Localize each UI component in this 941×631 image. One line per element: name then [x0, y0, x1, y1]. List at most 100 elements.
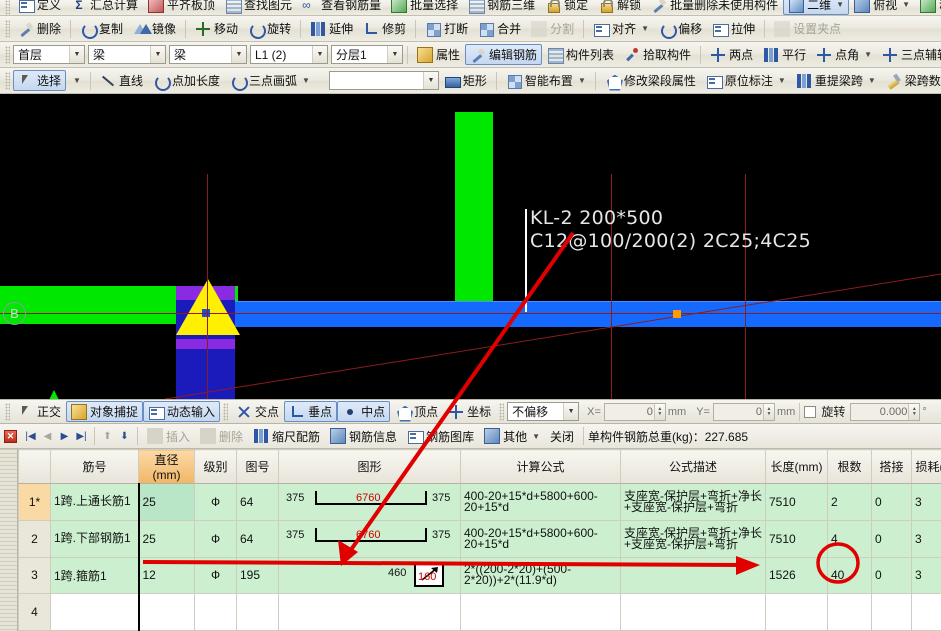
toolbar-button-batch-select[interactable]: 批量选择 [386, 0, 463, 15]
status-toggle-object-snap[interactable]: 对象捕捉 [66, 401, 144, 422]
toolbar-row-edit[interactable]: 删除 复制 镜像 移动 旋转 延伸 修剪 打断 合并 分割 对齐 ▼ 偏移 拉伸 … [0, 16, 941, 42]
cell-grade[interactable] [194, 593, 237, 631]
toolbar-button-member-list[interactable]: 构件列表 [542, 44, 619, 65]
chevron-down-icon[interactable]: ▼ [422, 72, 438, 89]
header-blank[interactable] [18, 449, 51, 484]
toolbar-row-draw[interactable]: 选择 ▼ 直线 点加长度 三点画弧 ▼ ▼ 矩形 智能布置 ▼ 修改梁段属性 原位标… [0, 68, 941, 94]
toolbar-button-select-dropdown[interactable]: ▼ [66, 70, 86, 91]
toolbar-button-lock[interactable]: 锁定 [540, 0, 593, 15]
cell-length[interactable]: 1526 [765, 556, 828, 595]
status-toggle-ortho[interactable]: 正交 [13, 401, 66, 422]
toolbar-button-orbit[interactable]: 动态观察 [915, 0, 941, 15]
cell-loss[interactable]: 3 [911, 519, 941, 558]
toolbar-button-trim[interactable]: 修剪 [358, 18, 411, 39]
cell-shape[interactable]: 375 6760 375 [278, 519, 461, 558]
move-up-button[interactable]: ⬆ [99, 428, 116, 445]
header-lap[interactable]: 搭接 [871, 449, 912, 484]
select-category[interactable]: 梁 ▼ [88, 45, 166, 64]
beam-grip-dot[interactable] [673, 310, 681, 318]
chevron-down-icon[interactable]: ▼ [73, 76, 81, 85]
row-index[interactable]: 1* [18, 483, 51, 521]
statusbar-grip[interactable] [5, 402, 10, 421]
snap-perpendicular[interactable]: 垂点 [284, 401, 338, 422]
toolbar-button-stretch[interactable]: 拉伸 [707, 18, 760, 39]
cell-rebar-no[interactable]: 1跨.下部钢筋1 [50, 519, 140, 558]
toolbar-button-view-rebar-qty[interactable]: ∞ 查看钢筋量 [297, 0, 386, 15]
cell-shape[interactable] [278, 593, 461, 631]
toolbar-button-2d[interactable]: 二维 ▼ [783, 0, 850, 15]
chevron-down-icon[interactable]: ▼ [532, 432, 540, 441]
toolbar-button-align[interactable]: 对齐 ▼ [588, 18, 654, 39]
select-floor[interactable]: 首层 ▼ [13, 45, 85, 64]
offset-mode-combo[interactable]: 不偏移 ▼ [507, 402, 580, 421]
cell-grade[interactable]: Ф [194, 519, 237, 558]
rebar-info-button[interactable]: 钢筋信息 [325, 426, 402, 447]
cell-formula[interactable]: 400-20+15*d+5800+600-20+15*d [460, 519, 621, 558]
rotate-spinner[interactable]: ▲ ▼ [908, 403, 920, 420]
cell-count[interactable]: 2 [827, 483, 872, 521]
snap-coordinate[interactable]: 坐标 [443, 401, 496, 422]
toolbar-row-member[interactable]: 首层 ▼ 梁 ▼ 梁 ▼ L1 (2) ▼ 分层1 ▼ 属性 编辑钢筋 构件列表… [0, 42, 941, 68]
chevron-down-icon[interactable]: ▼ [868, 76, 876, 85]
chevron-down-icon[interactable]: ▼ [231, 46, 246, 63]
cell-count[interactable]: 40 [827, 556, 872, 595]
toolbar-button-top-view[interactable]: 俯视 ▼ [849, 0, 915, 15]
cell-lap[interactable] [871, 593, 912, 631]
toolbar-button-rectangle[interactable]: 矩形 [439, 70, 492, 91]
header-description[interactable]: 公式描述 [620, 449, 766, 484]
chevron-down-icon[interactable]: ▼ [150, 46, 165, 63]
header-loss[interactable]: 损耗( [911, 449, 941, 484]
cell-diameter[interactable]: 25 [138, 519, 195, 558]
cell-shape-no[interactable]: 195 [236, 556, 279, 595]
cell-shape[interactable]: 375 6760 375 [278, 483, 461, 521]
rebar-panel-toolbar[interactable]: ✕ |◀ ◀ ▶ ▶| ⬆ ⬇ 插入 删除 缩尺配筋 钢筋信息 钢筋图库 其他 ▼… [0, 424, 941, 449]
toolbar-grip[interactable] [5, 45, 10, 64]
toolbar-row-top[interactable]: 定义 Σ 汇总计算 平齐板顶 查找图元 ∞ 查看钢筋量 批量选择 钢筋三维 锁定 解… [0, 0, 941, 16]
header-count[interactable]: 根数 [827, 449, 872, 484]
x-offset-input[interactable]: 0 ▲ ▼ [603, 402, 666, 421]
cell-diameter[interactable] [138, 593, 195, 631]
toolbar-button-summary-calc[interactable]: Σ 汇总计算 [66, 0, 143, 15]
rebar-library-button[interactable]: 钢筋图库 [402, 426, 479, 447]
cell-formula[interactable]: 400-20+15*d+5800+600-20+15*d [460, 483, 621, 521]
rotate-checkbox[interactable] [804, 405, 817, 418]
snap-vertex[interactable]: 顶点 [390, 401, 443, 422]
table-row[interactable]: 3 1跨.箍筋1 12 Ф 195 460 160 2*((200-2*20)+… [18, 556, 941, 595]
header-shape-no[interactable]: 图号 [236, 449, 279, 484]
toolbar-button-offset[interactable]: 偏移 [654, 18, 707, 39]
drawing-canvas[interactable]: KL-2 200*500 C12@100/200(2) 2C25;4C25 B … [0, 94, 941, 399]
cell-lap[interactable]: 0 [871, 519, 912, 558]
cell-grade[interactable]: Ф [194, 483, 237, 521]
toolbar-button-edit-beam-segment[interactable]: 修改梁段属性 [600, 70, 701, 91]
rotate-input[interactable]: 0.000 ▲ ▼ [850, 402, 921, 421]
cell-formula[interactable]: 2*((200-2*20)+(500-2*20))+2*(11.9*d) [460, 556, 621, 595]
cell-description[interactable]: 支座宽-保护层+弯折+净长+支座宽-保护层+弯折 [620, 519, 766, 558]
header-rebar-no[interactable]: 筋号 [50, 449, 139, 484]
toolbar-button-line[interactable]: 直线 [95, 70, 148, 91]
toolbar-button-extend[interactable]: 延伸 [305, 18, 358, 39]
toolbar-button-two-point[interactable]: 两点 [705, 44, 758, 65]
rebar-close-button[interactable]: 关闭 [545, 426, 579, 447]
header-formula[interactable]: 计算公式 [460, 449, 621, 484]
chevron-down-icon[interactable]: ▼ [864, 50, 872, 59]
cell-loss[interactable]: 3 [911, 483, 941, 521]
status-toggle-dynamic-input[interactable]: 动态输入 [143, 401, 221, 422]
toolbar-button-move[interactable]: 移动 [190, 18, 243, 39]
row-index[interactable]: 2 [18, 519, 51, 558]
status-bar[interactable]: 正交 对象捕捉 动态输入 交点 垂点 中点 顶点 坐标 不偏移 ▼ X= 0 ▲… [0, 399, 941, 424]
toolbar-button-rebar-3d[interactable]: 钢筋三维 [463, 0, 540, 15]
nav-prev-button[interactable]: ◀ [39, 428, 56, 445]
cell-description[interactable]: 支座宽-保护层+弯折+净长+支座宽-保护层+弯折 [620, 483, 766, 521]
statusbar-grip-2[interactable] [223, 402, 229, 421]
toolbar-button-three-point-axis[interactable]: 三点辅轴▼ [877, 44, 941, 65]
toolbar-button-re-extract-span[interactable]: 重提梁跨 ▼ [791, 70, 881, 91]
cell-shape-no[interactable] [236, 593, 279, 631]
cell-diameter[interactable]: 25 [138, 483, 195, 521]
cell-lap[interactable]: 0 [871, 483, 912, 521]
table-row[interactable]: 4 [18, 593, 941, 631]
toolbar-grip[interactable] [5, 19, 10, 38]
chevron-down-icon[interactable]: ▼ [69, 46, 84, 63]
rebar-grid[interactable]: 筋号 直径(mm) 级别 图号 图形 计算公式 公式描述 长度(mm) 根数 搭… [0, 449, 941, 631]
row-index[interactable]: 3 [18, 556, 51, 595]
cell-grade[interactable]: Ф [194, 556, 237, 595]
